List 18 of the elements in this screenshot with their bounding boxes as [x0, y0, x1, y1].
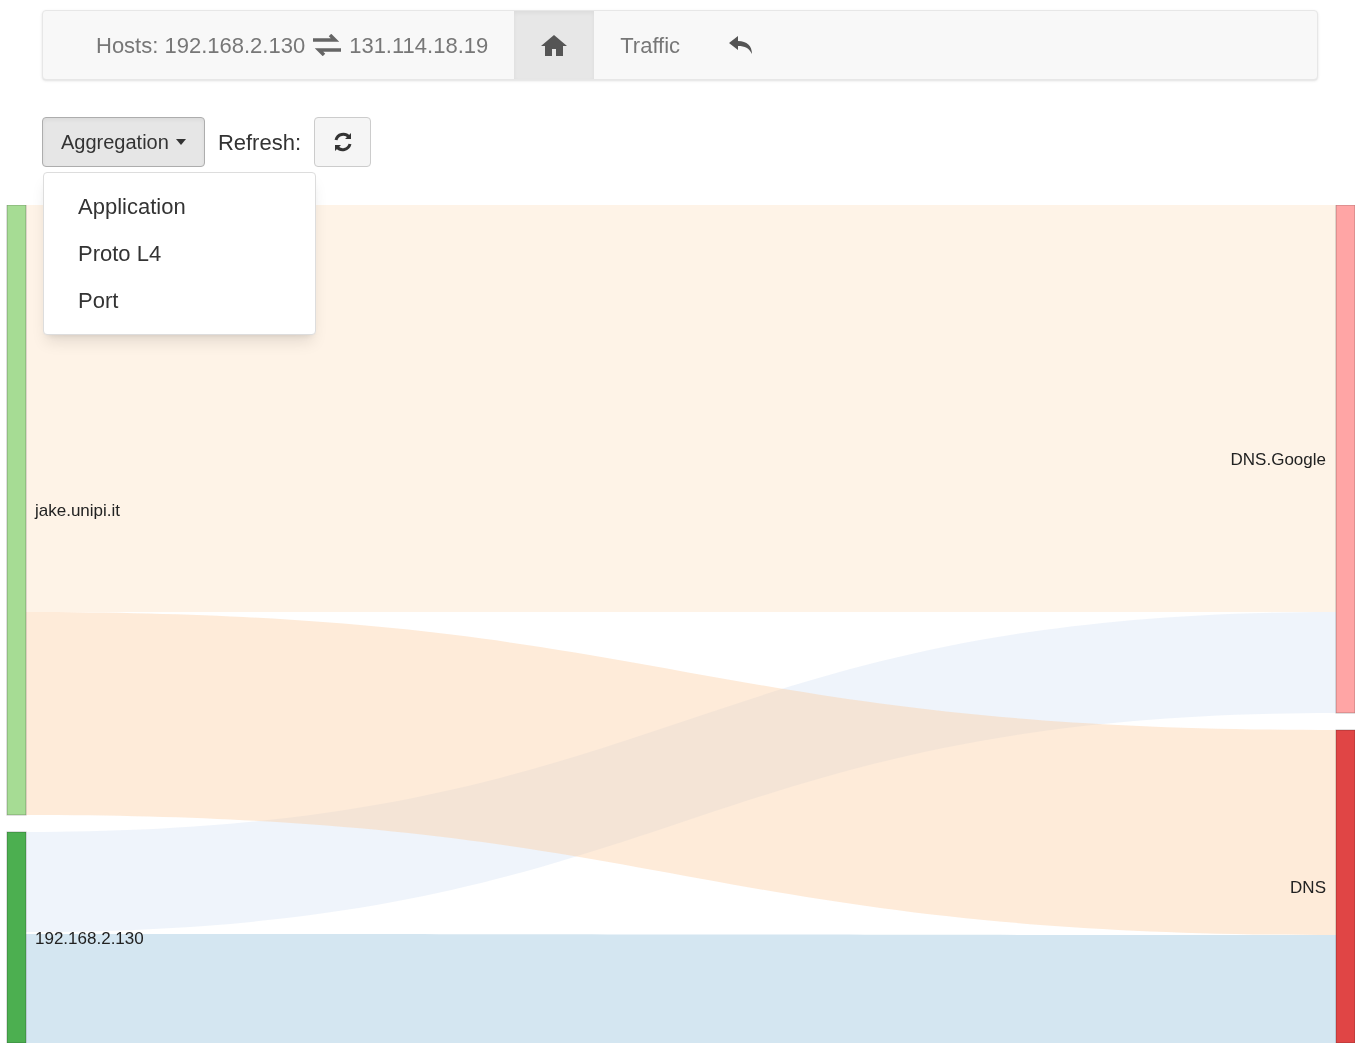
home-tab[interactable]	[514, 11, 595, 79]
traffic-tab[interactable]: Traffic	[594, 11, 707, 79]
caret-icon	[175, 139, 186, 145]
menu-item[interactable]: Application	[44, 183, 315, 230]
menu-item[interactable]: Port	[44, 277, 315, 324]
aggregation-dropdown-button[interactable]: Aggregation	[42, 117, 205, 167]
peer-host-label: 131.114.18.19	[349, 31, 489, 60]
menu-item[interactable]: Proto L4	[44, 230, 315, 277]
node-label: DNS	[1290, 877, 1326, 897]
hosts-label: Hosts: 192.168.2.130	[96, 31, 306, 60]
node-label: DNS.Google	[1230, 450, 1326, 469]
home-icon	[540, 33, 569, 57]
reply-arrow-icon	[728, 35, 755, 55]
refresh-label: Refresh:	[217, 128, 302, 157]
exchange-arrows-icon	[311, 34, 344, 56]
node-label: jake.unipi.it	[35, 501, 121, 520]
node-label: 192.168.2.130	[35, 928, 144, 948]
refresh-button[interactable]	[314, 117, 372, 167]
